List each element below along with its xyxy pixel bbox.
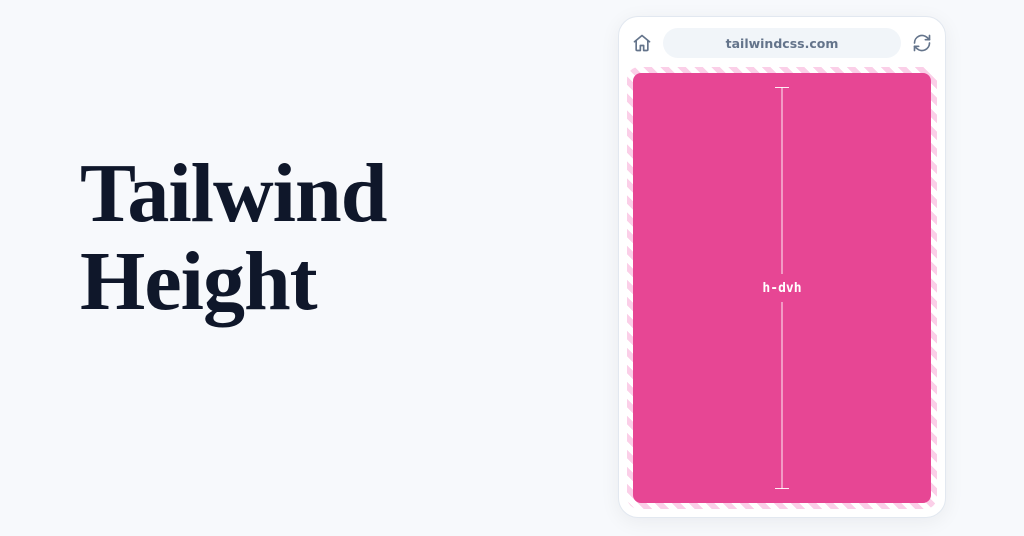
- browser-chrome: tailwindcss.com: [627, 25, 937, 67]
- height-demo-box: h-dvh: [633, 73, 931, 503]
- home-icon[interactable]: [631, 32, 653, 54]
- measure-line-top: [782, 87, 783, 274]
- height-class-label: h-dvh: [756, 281, 807, 296]
- url-bar[interactable]: tailwindcss.com: [663, 28, 901, 58]
- headline-line-2: Height: [80, 235, 317, 328]
- refresh-icon[interactable]: [911, 32, 933, 54]
- device-frame: tailwindcss.com h-dvh: [618, 16, 946, 518]
- striped-viewport: h-dvh: [627, 67, 937, 509]
- headline-line-1: Tailwind: [80, 147, 386, 240]
- url-text: tailwindcss.com: [726, 36, 839, 51]
- headline: Tailwind Height: [80, 150, 386, 326]
- measure-cap-bottom: [775, 488, 789, 489]
- measure-line-bottom: [782, 302, 783, 489]
